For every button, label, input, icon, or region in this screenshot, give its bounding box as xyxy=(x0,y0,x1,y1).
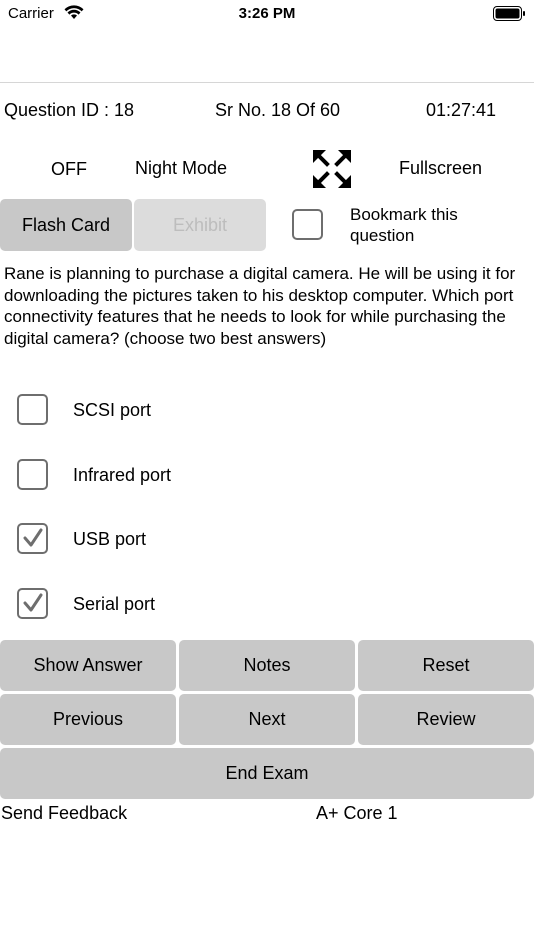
serial-number: Sr No. 18 Of 60 xyxy=(215,100,341,120)
option-label: Serial port xyxy=(73,594,156,614)
nav-divider xyxy=(0,82,534,83)
status-bar: Carrier 3:26 PM xyxy=(0,0,534,28)
end-exam-button[interactable]: End Exam xyxy=(0,748,534,799)
exam-name: A+ Core 1 xyxy=(316,803,398,823)
reset-button[interactable]: Reset xyxy=(358,640,534,691)
option-3[interactable]: USB port xyxy=(0,519,534,559)
option-label: SCSI port xyxy=(73,400,152,420)
next-button[interactable]: Next xyxy=(179,694,355,745)
clock: 3:26 PM xyxy=(238,5,296,22)
bookmark-label: Bookmark this question xyxy=(350,205,458,245)
exhibit-button[interactable]: Exhibit xyxy=(134,199,266,251)
option-checkbox[interactable] xyxy=(17,588,48,619)
send-feedback-link[interactable]: Send Feedback xyxy=(1,803,127,824)
fullscreen-label[interactable]: Fullscreen xyxy=(399,158,482,179)
night-mode-toggle[interactable]: OFF xyxy=(51,159,87,180)
option-checkbox[interactable] xyxy=(17,394,48,425)
option-4[interactable]: Serial port xyxy=(0,584,534,624)
flash-card-button[interactable]: Flash Card xyxy=(0,199,132,251)
fullscreen-icon[interactable] xyxy=(313,150,351,188)
battery-icon xyxy=(493,6,526,21)
checkmark-icon xyxy=(23,593,43,612)
exam-timer: 01:27:41 xyxy=(426,100,497,120)
previous-button[interactable]: Previous xyxy=(0,694,176,745)
notes-button[interactable]: Notes xyxy=(179,640,355,691)
bookmark-checkbox[interactable] xyxy=(292,209,323,240)
mode-row: OFF Night Mode Fullscreen xyxy=(0,150,534,190)
show-answer-button[interactable]: Show Answer xyxy=(0,640,176,691)
question-text: Rane is planning to purchase a digital c… xyxy=(4,264,516,348)
option-checkbox[interactable] xyxy=(17,459,48,490)
option-label: Infrared port xyxy=(73,465,172,485)
option-1[interactable]: SCSI port xyxy=(0,390,534,430)
option-2[interactable]: Infrared port xyxy=(0,455,534,495)
night-mode-label: Night Mode xyxy=(135,158,228,178)
checkmark-icon xyxy=(23,528,43,547)
question-info-row: Question ID : 18 Sr No. 18 Of 60 01:27:4… xyxy=(0,100,534,122)
option-checkbox[interactable] xyxy=(17,523,48,554)
question-id: Question ID : 18 xyxy=(4,100,135,120)
option-label: USB port xyxy=(73,529,147,549)
review-button[interactable]: Review xyxy=(358,694,534,745)
